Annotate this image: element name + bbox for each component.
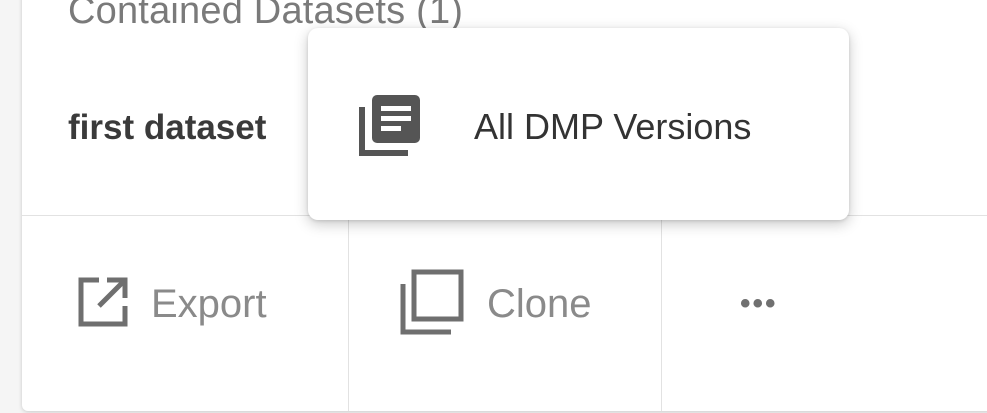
clone-label: Clone [487, 281, 592, 326]
action-separator [348, 216, 349, 411]
export-button[interactable]: Export [77, 216, 267, 392]
clone-button[interactable]: Clone [397, 216, 592, 392]
dataset-link[interactable]: first dataset [68, 108, 266, 148]
action-separator [661, 216, 662, 411]
export-label: Export [151, 281, 267, 326]
open-in-new-icon [77, 276, 129, 333]
menu-item-label: All DMP Versions [474, 106, 752, 147]
more-actions-button[interactable]: ••• [740, 216, 778, 392]
library-books-icon [358, 93, 422, 162]
copy-icon [397, 268, 465, 341]
versions-menu: All DMP Versions [308, 28, 849, 220]
menu-item-all-dmp-versions[interactable]: All DMP Versions [308, 83, 849, 171]
more-horiz-icon: ••• [740, 287, 778, 320]
